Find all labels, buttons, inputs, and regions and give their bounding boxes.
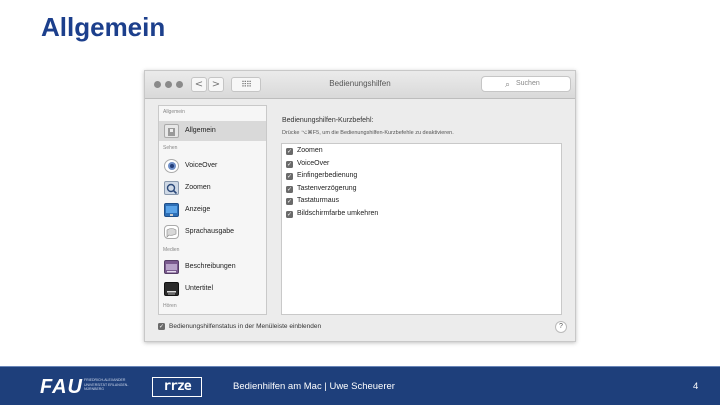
sidebar-item-label: VoiceOver [185, 162, 218, 169]
descriptions-icon [164, 260, 179, 274]
search-placeholder: Suchen [516, 80, 540, 87]
sidebar-item-anzeige[interactable]: Anzeige [159, 200, 266, 220]
option-label: Einfingerbedienung [297, 172, 358, 179]
checkbox-checked-icon[interactable]: ✓ [286, 173, 293, 180]
checkbox-checked-icon[interactable]: ✓ [286, 210, 293, 218]
fau-logo-subtitle: FRIEDRICH-ALEXANDER UNIVERSITÄT ERLANGEN… [84, 378, 129, 391]
sidebar-item-label: Sprachausgabe [185, 228, 235, 235]
sidebar-item-sprachausgabe[interactable]: Sprachausgabe [159, 222, 266, 242]
sidebar-item-allgemein[interactable]: Allgemein [159, 121, 266, 141]
window-title: Bedienungshilfen [329, 79, 391, 88]
sidebar-section-sehen: Sehen [163, 145, 178, 151]
close-window-button[interactable] [154, 81, 161, 88]
zoom-window-button[interactable] [176, 81, 183, 88]
forward-button[interactable]: > [208, 77, 224, 92]
option-label: VoiceOver [297, 159, 330, 167]
sidebar-item-label: Beschreibungen [185, 263, 236, 270]
option-label: Bildschirmfarbe umkehren [297, 209, 379, 217]
option-label: Tastenverzögerung [297, 184, 357, 192]
minimize-window-button[interactable] [165, 81, 172, 88]
slide-footer: FAU FRIEDRICH-ALEXANDER UNIVERSITÄT ERLA… [0, 366, 720, 405]
help-button[interactable]: ? [555, 321, 567, 333]
slide-title: Allgemein [41, 12, 166, 42]
checkbox-checked-icon[interactable]: ✓ [286, 148, 293, 155]
footer-text: Bedienhilfen am Mac | Uwe Scheuerer [233, 381, 395, 392]
shortcut-heading: Bedienungshilfen-Kurzbefehl: [282, 117, 374, 124]
sidebar-item-label: Allgemein [185, 127, 216, 134]
show-all-grid-button[interactable]: ⠿⠿ [231, 77, 261, 92]
sidebar-item-label: Anzeige [185, 206, 211, 213]
sidebar: Allgemein Allgemein Sehen VoiceOver Zoom… [158, 105, 267, 315]
display-icon [164, 203, 179, 217]
option-label: Tastaturmaus [297, 197, 340, 204]
checkbox-checked-icon[interactable]: ✓ [286, 185, 293, 193]
page-number: 4 [693, 381, 699, 392]
checkbox-checked-icon[interactable]: ✓ [286, 198, 293, 205]
system-preferences-window: < > ⠿⠿ Bedienungshilfen ⌕ Suchen Allgeme… [144, 70, 576, 342]
captions-icon [164, 282, 179, 296]
search-icon: ⌕ [505, 79, 511, 89]
accessibility-general-icon [164, 124, 179, 138]
sidebar-item-label: Zoomen [185, 184, 211, 191]
search-input[interactable]: ⌕ Suchen [481, 76, 571, 92]
checkbox-checked-icon[interactable]: ✓ [286, 160, 293, 168]
menubar-status-label: Bedienungshilfenstatus in der Menüleiste… [169, 323, 322, 330]
menubar-status-checkbox[interactable]: ✓ [158, 323, 165, 330]
slide: Allgemein < > ⠿⠿ Bedienungshilfen ⌕ Such… [0, 0, 720, 405]
back-button[interactable]: < [191, 77, 207, 92]
shortcut-description: Drücke ⌥⌘F5, um die Bedienungshilfen-Kur… [282, 130, 454, 136]
shortcut-options-list: ✓ Zoomen ✓ VoiceOver ✓ Einfingerbedienun… [281, 143, 562, 315]
sidebar-item-zoomen[interactable]: Zoomen [159, 178, 266, 198]
sidebar-item-untertitel[interactable]: Untertitel [159, 279, 266, 299]
window-titlebar: < > ⠿⠿ Bedienungshilfen ⌕ Suchen [145, 71, 575, 99]
fau-logo: FAU [40, 376, 83, 398]
sidebar-item-voiceover[interactable]: VoiceOver [159, 156, 266, 176]
speech-icon [164, 225, 179, 239]
sidebar-section-hoeren: Hören [163, 303, 177, 309]
option-label: Zoomen [297, 147, 323, 154]
sidebar-item-beschreibungen[interactable]: Beschreibungen [159, 257, 266, 277]
zoom-icon [164, 181, 179, 195]
voiceover-icon [164, 159, 179, 173]
sidebar-section-allgemein: Allgemein [163, 109, 185, 115]
rrze-logo: rrze [152, 377, 202, 397]
sidebar-section-medien: Medien [163, 247, 180, 253]
sidebar-item-label: Untertitel [185, 285, 214, 292]
